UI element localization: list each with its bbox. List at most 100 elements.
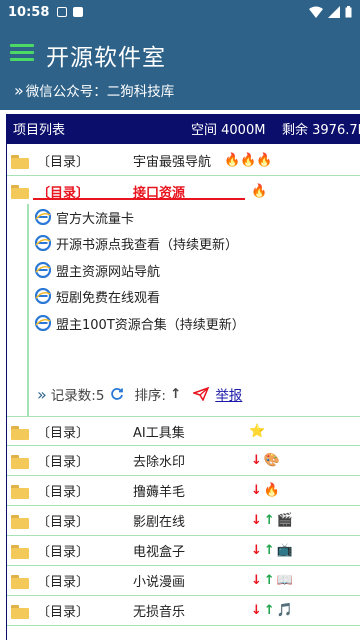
move-down-icon[interactable]: ↓ — [251, 543, 262, 558]
folder-name[interactable]: AI工具集 — [133, 422, 185, 441]
link-item[interactable]: 开源书源点我查看（持续更新） — [35, 232, 238, 254]
battery-icon — [345, 6, 352, 18]
row-icons: ↓ 🔥 — [251, 483, 280, 498]
tv-icon: 📺 — [276, 543, 293, 558]
link-item[interactable]: 官方大流量卡 — [35, 206, 134, 228]
folder-row[interactable]: 〔目录〕 影剧在线 ↓ ↑ 🎬 — [7, 506, 360, 536]
row-icons: ↓ ↑ 🎵 — [251, 603, 293, 618]
browser-e-icon — [35, 262, 51, 278]
folder-row[interactable]: 〔目录〕 去除水印 ↓ 🎨 — [7, 446, 360, 476]
folder-row-active[interactable]: 〔目录〕 接口资源 🔥 — [7, 176, 360, 206]
folder-icon — [11, 545, 29, 559]
folder-row[interactable]: 〔目录〕 宇宙最强导航 🔥🔥🔥 — [7, 146, 360, 176]
notification-icon-2 — [73, 7, 84, 17]
link-label: 开源书源点我查看（持续更新） — [56, 237, 239, 253]
music-note-icon: 🎵 — [276, 603, 293, 618]
folder-row[interactable]: 〔目录〕 撸薅羊毛 ↓ 🔥 — [7, 476, 360, 506]
folder-icon — [11, 515, 29, 529]
wifi-icon — [309, 6, 323, 18]
flame-icon: 🔥 — [263, 483, 281, 498]
clapper-icon: 🎬 — [276, 513, 293, 528]
folder-icon — [11, 155, 29, 169]
link-item[interactable]: 盟主100T资源合集（持续更新） — [35, 312, 245, 334]
storage-space: 空间 4000M — [191, 122, 266, 138]
move-down-icon[interactable]: ↓ — [251, 573, 262, 588]
sort-label: 排序: — [134, 388, 166, 404]
folder-tag: 〔目录〕 — [37, 425, 90, 441]
star-icon: ⭐ — [249, 423, 266, 439]
list-header: 项目列表 空间 4000M 剩余 3976.7M — [6, 114, 360, 142]
folder-tag: 〔目录〕 — [37, 605, 90, 620]
browser-e-icon — [35, 288, 51, 304]
folder-row[interactable]: 〔目录〕 小说漫画 ↓ ↑ 📖 — [7, 566, 360, 596]
folder-icon — [11, 455, 29, 469]
move-down-icon[interactable]: ↓ — [251, 453, 262, 468]
double-chevron-icon: » — [37, 384, 47, 404]
row-icons: ↓ 🎨 — [251, 453, 280, 468]
subtitle-text: 微信公众号：二狗科技库 — [25, 84, 175, 100]
folder-name[interactable]: 电视盒子 — [133, 541, 185, 560]
folder-icon — [11, 426, 29, 440]
menu-icon[interactable] — [10, 44, 34, 62]
active-underline — [33, 198, 245, 200]
folder-tag: 〔目录〕 — [37, 485, 90, 500]
file-list: 〔目录〕 宇宙最强导航 🔥🔥🔥 〔目录〕 接口资源 🔥 官方大流量卡 开源书源点… — [6, 142, 360, 640]
folder-icon — [11, 185, 29, 199]
move-up-icon[interactable]: ↑ — [264, 543, 275, 558]
report-link[interactable]: 举报 — [215, 384, 242, 404]
folder-name[interactable]: 小说漫画 — [133, 571, 185, 590]
folder-tag: 〔目录〕 — [37, 575, 90, 590]
row-icons: ↓ ↑ 📖 — [251, 573, 293, 588]
folder-icon — [11, 485, 29, 499]
move-down-icon[interactable]: ↓ — [251, 513, 262, 528]
move-up-icon[interactable]: ↑ — [264, 603, 275, 618]
folder-footer: » 记录数:5 排序: ↑ 举报 — [37, 382, 242, 406]
signal-icon — [328, 6, 340, 18]
flame-icon: 🔥🔥🔥 — [224, 153, 273, 168]
browser-e-icon — [35, 315, 51, 331]
notification-icon — [57, 7, 68, 17]
link-label: 盟主资源网站导航 — [56, 264, 161, 280]
folder-icon — [11, 605, 29, 619]
status-bar: 10:58 — [0, 0, 360, 24]
folder-row[interactable]: 〔目录〕 AI工具集 ⭐ — [7, 416, 360, 446]
send-report-icon — [193, 387, 210, 401]
browser-e-icon — [35, 235, 51, 251]
link-item[interactable]: 短剧免费在线观看 — [35, 285, 160, 307]
folder-name[interactable]: 宇宙最强导航 — [133, 151, 211, 170]
record-count: 记录数:5 — [50, 388, 105, 404]
refresh-icon[interactable] — [110, 387, 124, 401]
folder-name[interactable]: 撸薅羊毛 — [133, 481, 185, 500]
double-chevron-icon: » — [14, 81, 24, 100]
sort-arrow-icon[interactable]: ↑ — [170, 386, 181, 402]
palette-icon: 🎨 — [263, 453, 281, 468]
list-title: 项目列表 — [13, 122, 66, 138]
folder-tag: 〔目录〕 — [37, 155, 90, 170]
folder-row[interactable]: 〔目录〕 电视盒子 ↓ ↑ 📺 — [7, 536, 360, 566]
move-down-icon[interactable]: ↓ — [251, 603, 262, 618]
link-label: 短剧免费在线观看 — [56, 290, 161, 306]
folder-name[interactable]: 去除水印 — [133, 451, 185, 470]
row-icons: ↓ ↑ 🎬 — [251, 513, 293, 528]
flame-icon: 🔥 — [251, 183, 268, 199]
move-down-icon[interactable]: ↓ — [251, 483, 262, 498]
link-label: 官方大流量卡 — [56, 211, 135, 227]
status-time: 10:58 — [8, 4, 50, 20]
move-up-icon[interactable]: ↑ — [264, 573, 275, 588]
folder-name[interactable]: 无损音乐 — [133, 601, 185, 620]
row-icons: ↓ ↑ 📺 — [251, 543, 293, 558]
folder-icon — [11, 575, 29, 589]
folder-contents: 官方大流量卡 开源书源点我查看（持续更新） 盟主资源网站导航 短剧免费在线观看 … — [27, 204, 360, 416]
link-label: 盟主100T资源合集（持续更新） — [56, 317, 245, 333]
app-header: 开源软件室 » 微信公众号：二狗科技库 — [0, 24, 360, 110]
storage-remaining: 剩余 3976.7M — [282, 122, 360, 138]
app-subtitle: » 微信公众号：二狗科技库 — [14, 80, 174, 100]
folder-name[interactable]: 影剧在线 — [133, 511, 185, 530]
folder-tag: 〔目录〕 — [37, 515, 90, 530]
move-up-icon[interactable]: ↑ — [264, 513, 275, 528]
browser-e-icon — [35, 209, 51, 225]
folder-tag: 〔目录〕 — [37, 455, 90, 470]
folder-row[interactable]: 〔目录〕 无损音乐 ↓ ↑ 🎵 — [7, 596, 360, 626]
link-item[interactable]: 盟主资源网站导航 — [35, 259, 160, 281]
folder-tag: 〔目录〕 — [37, 545, 90, 560]
